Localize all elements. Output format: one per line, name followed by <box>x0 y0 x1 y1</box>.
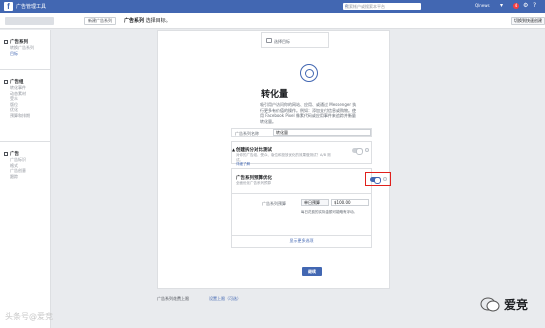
header-toolbar: 新建广告系列 广告系列 选择目标。 切换到快速创建 <box>0 13 545 29</box>
highlight-box <box>365 172 391 186</box>
budget-note: 每日花费的实际金额可能略有浮动。 <box>301 210 357 214</box>
budget-row: 广告系列预算 单日预算 $100.00 每日花费的实际金额可能略有浮动。 显示更… <box>232 193 371 243</box>
gear-icon[interactable]: ⚙ <box>523 2 528 9</box>
sidebar-section-ad: 广告 广告标识 格式 广告创意 跟踪 <box>4 151 48 179</box>
campaign-name-input[interactable]: 转化量 <box>273 129 371 136</box>
objective-title: 转化量 <box>260 90 288 100</box>
learn-more-link[interactable]: 详细了解 <box>236 162 250 166</box>
split-test-card: ▲ 创建拆分对比测试 对你的广告组、受众、版位和投放优化的效果做测试？A/B 测… <box>231 141 372 167</box>
ad-icon <box>4 152 8 156</box>
sidebar-item[interactable]: 预算和排期 <box>4 113 48 119</box>
spend-limit-link[interactable]: 设置上限（可选） <box>209 296 241 302</box>
grid-icon <box>4 80 8 84</box>
divider <box>0 69 51 70</box>
split-test-toggle[interactable] <box>352 148 363 155</box>
sidebar-section-campaign: 广告系列 转换广告系列 目标 <box>4 39 48 56</box>
watermark-right: 爱竞 <box>480 291 540 321</box>
campaign-name-row: 广告系列名称 转化量 <box>231 128 372 137</box>
chevron-down-icon[interactable]: ▾ <box>500 2 503 9</box>
sidebar-item-objective[interactable]: 目标 <box>4 51 48 57</box>
watermark-left: 头条号@爱竞 <box>5 312 53 321</box>
split-test-desc-text: 对你的广告组、受众、版位和投放优化的效果做测试？A/B 测试。 <box>236 153 331 162</box>
info-icon[interactable] <box>365 148 369 152</box>
objective-panel: 选择目标 转化量 吸引用户访问你的网站、应用、或通过 Messenger 执行更… <box>157 30 391 289</box>
objective-icon <box>266 38 272 43</box>
choose-objective-button[interactable]: 选择目标 <box>261 32 329 48</box>
facebook-logo-icon[interactable]: f <box>4 2 13 11</box>
budget-type-select[interactable]: 单日预算 <box>301 199 329 206</box>
top-navigation-bar: f 广告管理工具 搜索帐户或搜索本平台 ⌕ Qlnews ▾ 4 ⚙ ? <box>0 0 545 13</box>
breadcrumb: 广告系列 选择目标。 <box>124 17 171 24</box>
divider <box>0 141 51 142</box>
choose-objective-label: 选择目标 <box>274 39 290 44</box>
spend-limit-row: 广告系列花费上限 设置上限（可选） <box>157 293 390 307</box>
folder-icon <box>4 40 8 44</box>
sidebar-item[interactable]: 跟踪 <box>4 174 48 180</box>
breadcrumb-step: 选择目标。 <box>145 18 171 24</box>
sidebar-section-adset: 广告组 转化事件 动态素材 受众 版位 优化 预算和排期 <box>4 79 48 118</box>
person-icon: ▲ <box>232 147 236 152</box>
breadcrumb-current: 广告系列 <box>124 18 145 24</box>
account-selector[interactable] <box>5 17 54 25</box>
spend-limit-label: 广告系列花费上限 <box>157 296 189 301</box>
budget-optimization-subtitle: 全面优化广告系列预算 <box>236 181 271 185</box>
search-icon[interactable]: ⌕ <box>345 3 419 9</box>
split-test-description: 对你的广告组、受众、版位和投放优化的效果做测试？A/B 测试。 详细了解 <box>236 153 336 167</box>
help-icon[interactable]: ? <box>533 2 536 9</box>
continue-button[interactable]: 继续 <box>302 267 322 276</box>
budget-amount-input[interactable]: $100.00 <box>331 199 369 206</box>
objective-description: 吸引用户访问你的网站、应用、或通过 Messenger 执行更多有价值的操作。例… <box>260 102 357 124</box>
campaign-pill[interactable]: 新建广告系列 <box>84 17 116 25</box>
watermark-brand: 爱竞 <box>504 298 529 312</box>
divider <box>232 235 371 236</box>
budget-optimization-card: 广告系列预算优化 全面优化广告系列预算 广告系列预算 单日预算 $100.00 … <box>231 168 391 248</box>
globe-icon <box>300 64 318 82</box>
show-more-options-link[interactable]: 显示更多选项 <box>232 238 371 244</box>
user-menu[interactable]: Qlnews <box>475 3 490 8</box>
campaign-sidebar: 广告系列 转换广告系列 目标 广告组 转化事件 动态素材 受众 版位 优化 预算… <box>0 30 51 328</box>
budget-label: 广告系列预算 <box>262 201 286 206</box>
notification-badge[interactable]: 4 <box>513 3 519 9</box>
search-input[interactable]: 搜索帐户或搜索本平台 ⌕ <box>343 3 421 10</box>
app-title[interactable]: 广告管理工具 <box>16 3 46 10</box>
quick-create-button[interactable]: 切换到快速创建 <box>511 17 545 25</box>
campaign-name-label: 广告系列名称 <box>235 131 259 136</box>
chat-bubble-icon <box>480 297 500 312</box>
